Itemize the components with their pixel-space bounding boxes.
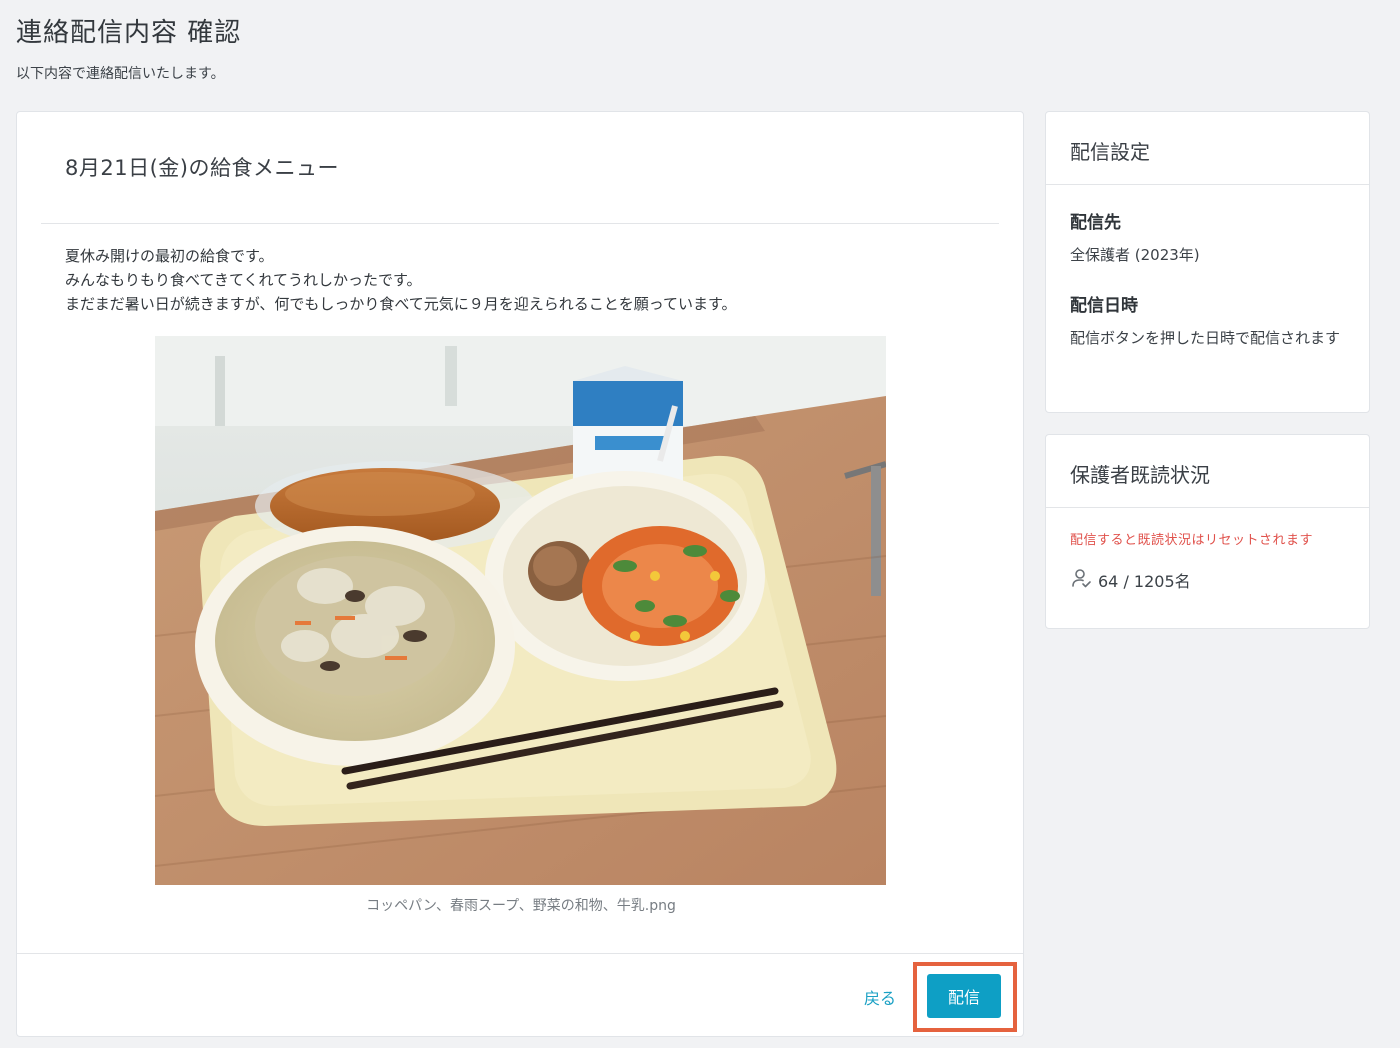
footer-divider (17, 953, 1023, 954)
back-link[interactable]: 戻る (864, 985, 896, 1009)
message-body: 夏休み開けの最初の給食です。 みんなもりもり食べてきてくれてうれしかったです。 … (65, 244, 737, 316)
message-body-line: 夏休み開けの最初の給食です。 (65, 247, 274, 265)
recipient-label: 配信先 (1070, 213, 1121, 233)
send-button[interactable]: 配信 (927, 974, 1001, 1018)
delivery-settings-card: 配信設定 配信先 全保護者 (2023年) 配信日時 配信ボタンを押した日時で配… (1045, 111, 1370, 413)
message-body-line: みんなもりもり食べてきてくれてうれしかったです。 (65, 271, 422, 289)
read-count: 64 / 1205名 (1098, 572, 1191, 591)
page-subtitle: 以下内容で連絡配信いたします。 (16, 66, 225, 82)
reset-warning: 配信すると既読状況はリセットされます (1070, 533, 1314, 548)
read-count-row: 64 / 1205名 (1070, 567, 1191, 593)
user-check-icon (1070, 567, 1092, 593)
delivery-settings-heading: 配信設定 (1070, 140, 1150, 164)
attached-image (155, 336, 886, 885)
datetime-value: 配信ボタンを押した日時で配信されます (1070, 329, 1341, 347)
page-title: 連絡配信内容 確認 (16, 18, 242, 48)
page-header: 連絡配信内容 確認 以下内容で連絡配信いたします。 (16, 14, 241, 84)
message-body-line: まだまだ暑い日が続きますが、何でもしっかり食べて元気に９月を迎えられることを願っ… (65, 295, 737, 313)
recipient-value: 全保護者 (2023年) (1070, 246, 1200, 264)
message-preview-card: 8月21日(金)の給食メニュー 夏休み開けの最初の給食です。 みんなもりもり食べ… (16, 111, 1024, 1037)
datetime-label: 配信日時 (1070, 296, 1138, 316)
read-status-card: 保護者既読状況 配信すると既読状況はリセットされます 64 / 1205名 (1045, 434, 1370, 629)
title-divider (41, 223, 999, 224)
settings-divider (1046, 184, 1369, 185)
read-status-divider (1046, 507, 1369, 508)
read-status-heading: 保護者既読状況 (1070, 463, 1210, 487)
message-title: 8月21日(金)の給食メニュー (65, 156, 339, 180)
image-caption: コッペパン、春雨スープ、野菜の和物、牛乳.png (366, 898, 676, 914)
